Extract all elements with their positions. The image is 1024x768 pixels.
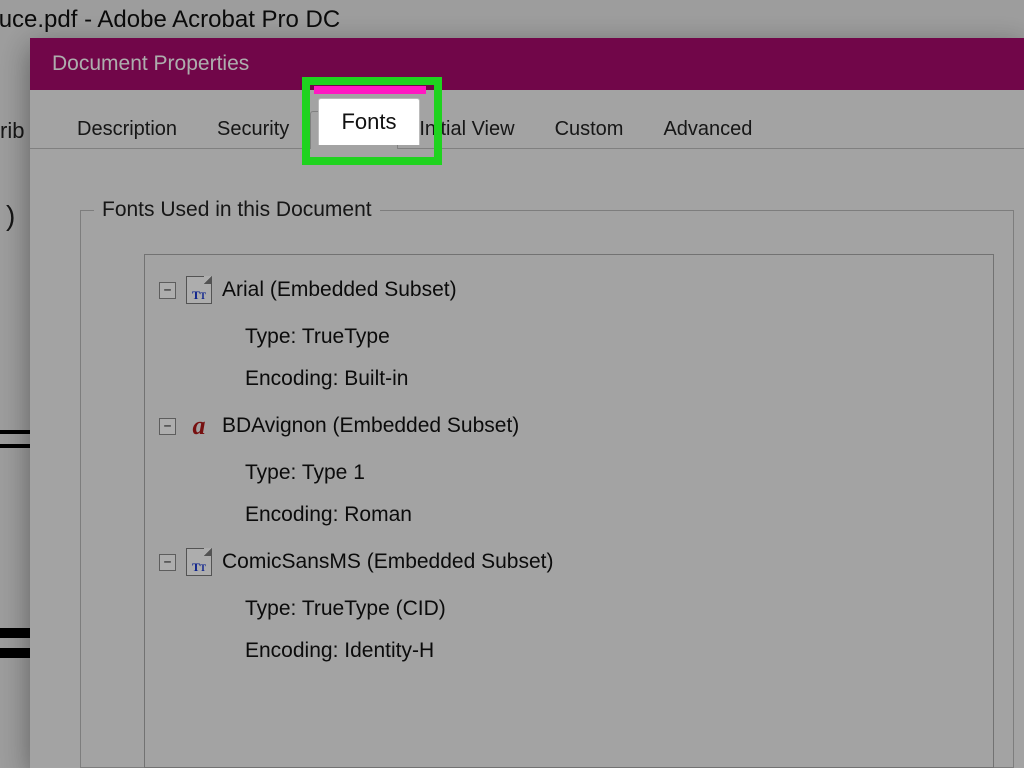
font-node: − TT Arial (Embedded Subset) Type: TrueT… — [159, 273, 979, 391]
document-properties-dialog: Document Properties Description Security… — [30, 38, 1024, 768]
tab-initial-view[interactable]: Initial View — [400, 110, 533, 148]
dialog-title: Document Properties — [52, 52, 249, 76]
font-encoding-label: Encoding: — [245, 639, 344, 662]
truetype-font-icon: TT — [186, 276, 212, 304]
tab-description[interactable]: Description — [58, 110, 196, 148]
highlight-magenta-strip — [314, 86, 426, 94]
font-encoding-label: Encoding: — [245, 367, 344, 390]
font-encoding-row: Encoding: Identity-H — [245, 639, 979, 663]
background-app-title: reduce.pdf - Adobe Acrobat Pro DC — [0, 6, 340, 34]
font-type-row: Type: TrueType (CID) — [245, 597, 979, 621]
background-fragment-rib: rib — [0, 118, 30, 144]
tab-advanced[interactable]: Advanced — [644, 110, 771, 148]
background-divider-1 — [0, 430, 30, 434]
font-encoding-row: Encoding: Roman — [245, 503, 979, 527]
background-divider-4 — [0, 648, 30, 658]
highlight-fonts-tab[interactable]: Fonts — [318, 98, 420, 145]
fonts-group: Fonts Used in this Document − TT Arial (… — [80, 198, 1014, 768]
background-divider-2 — [0, 444, 30, 448]
type1-font-icon: a — [186, 413, 212, 439]
font-node: − a BDAvignon (Embedded Subset) Type: Ty… — [159, 409, 979, 527]
font-type-label: Type: — [245, 597, 302, 620]
tab-custom[interactable]: Custom — [536, 110, 643, 148]
font-type-value: TrueType — [302, 325, 390, 348]
font-type-value: TrueType (CID) — [302, 597, 446, 620]
fonts-tree: − TT Arial (Embedded Subset) Type: TrueT… — [159, 273, 979, 663]
font-name[interactable]: Arial (Embedded Subset) — [222, 278, 457, 302]
dialog-titlebar[interactable]: Document Properties — [30, 38, 1024, 90]
tree-expander-icon[interactable]: − — [159, 418, 176, 435]
fonts-tree-panel: − TT Arial (Embedded Subset) Type: TrueT… — [144, 254, 994, 768]
font-encoding-value: Identity-H — [344, 639, 434, 662]
tree-expander-icon[interactable]: − — [159, 554, 176, 571]
background-divider-3 — [0, 628, 30, 638]
font-encoding-value: Built-in — [344, 367, 408, 390]
font-encoding-label: Encoding: — [245, 503, 344, 526]
tree-expander-icon[interactable]: − — [159, 282, 176, 299]
font-type-row: Type: Type 1 — [245, 461, 979, 485]
dialog-tabstrip: Description Security Fonts Initial View … — [30, 90, 1024, 149]
truetype-font-icon: TT — [186, 548, 212, 576]
font-type-label: Type: — [245, 325, 302, 348]
tab-security[interactable]: Security — [198, 110, 308, 148]
font-name[interactable]: BDAvignon (Embedded Subset) — [222, 414, 519, 438]
font-encoding-value: Roman — [344, 503, 412, 526]
font-node: − TT ComicSansMS (Embedded Subset) Type:… — [159, 545, 979, 663]
font-name[interactable]: ComicSansMS (Embedded Subset) — [222, 550, 553, 574]
fonts-group-label: Fonts Used in this Document — [94, 198, 380, 222]
font-type-label: Type: — [245, 461, 302, 484]
font-encoding-row: Encoding: Built-in — [245, 367, 979, 391]
font-type-value: Type 1 — [302, 461, 365, 484]
font-type-row: Type: TrueType — [245, 325, 979, 349]
